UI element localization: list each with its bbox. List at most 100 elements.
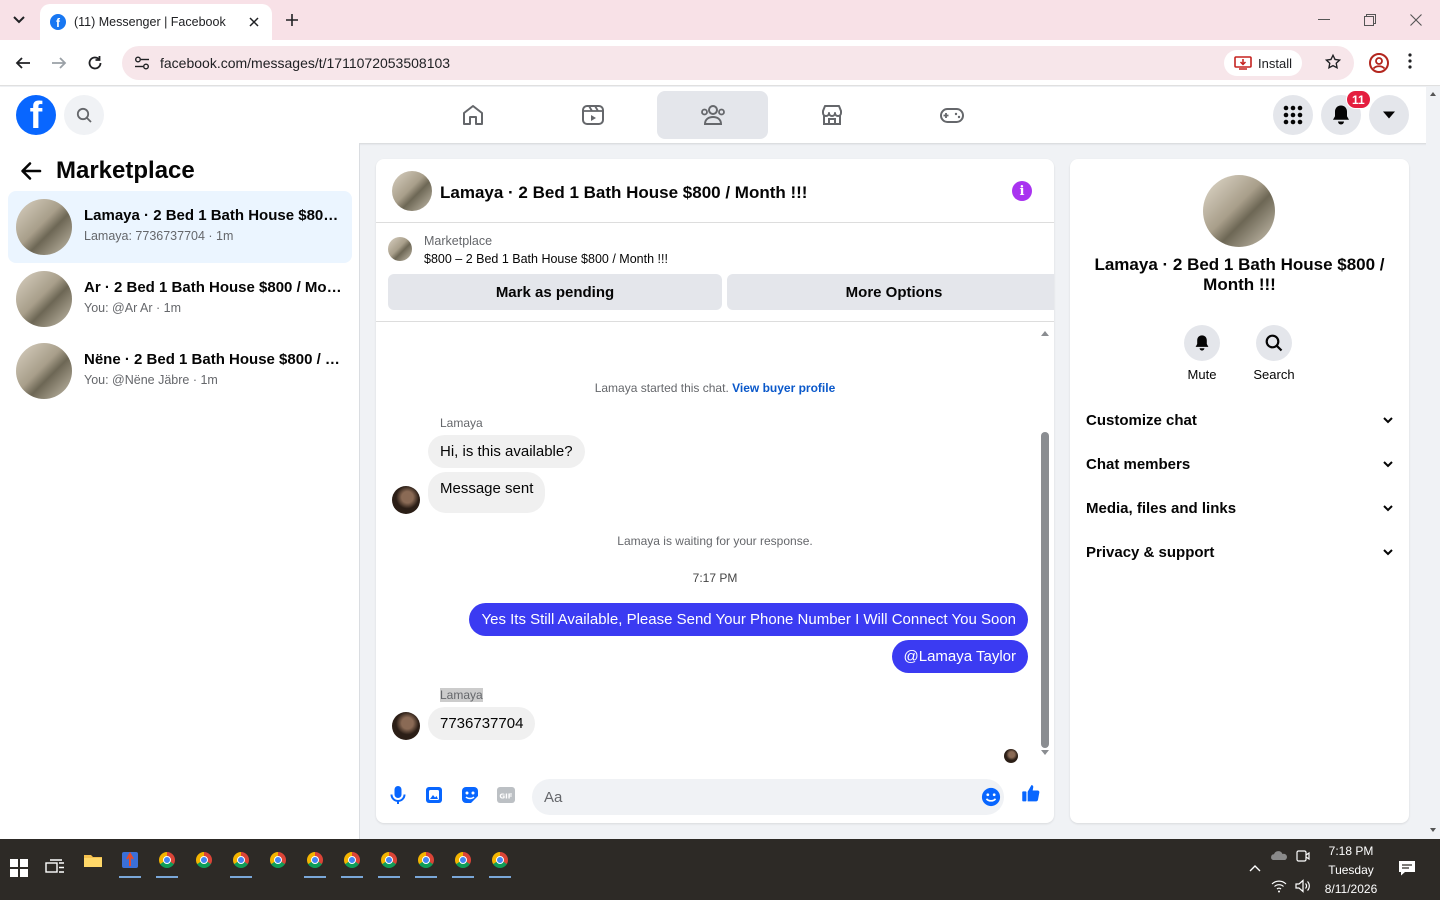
user-avatar[interactable] xyxy=(392,712,420,740)
system-clock[interactable]: 7:18 PM Tuesday 8/11/2026 xyxy=(1316,842,1386,899)
incoming-message[interactable]: 7736737704 xyxy=(428,707,536,740)
browser-menu-icon[interactable] xyxy=(1408,52,1412,70)
privacy-support-section[interactable]: Privacy & support xyxy=(1086,538,1393,566)
conversation-item[interactable]: Ar · 2 Bed 1 Bath House $800 / Month !!!… xyxy=(8,263,352,335)
conversation-preview: You: @Ar Ar · 1m xyxy=(84,301,181,315)
profile-icon[interactable] xyxy=(1368,52,1390,74)
reload-icon[interactable] xyxy=(84,52,106,74)
conversation-name: Ar · 2 Bed 1 Bath House $800 / Month !!! xyxy=(84,279,344,296)
chrome-icon[interactable] xyxy=(374,847,404,878)
photo-icon[interactable] xyxy=(424,785,444,805)
chat-header: Lamaya · 2 Bed 1 Bath House $800 / Month… xyxy=(376,159,1054,223)
nav-tab-video[interactable] xyxy=(537,91,648,139)
conversation-preview: You: @Nëne Jäbre · 1m xyxy=(84,373,218,387)
page-scrollbar[interactable] xyxy=(1426,87,1440,839)
restore-icon[interactable] xyxy=(1360,10,1380,30)
chrome-icon[interactable] xyxy=(337,847,367,878)
nav-tab-groups[interactable] xyxy=(657,91,768,139)
page-scroll-down-icon[interactable] xyxy=(1426,825,1440,835)
menu-grid-button[interactable] xyxy=(1273,95,1313,135)
info-icon[interactable]: i xyxy=(1012,181,1032,201)
media-files-links-section[interactable]: Media, files and links xyxy=(1086,494,1393,522)
task-view-icon[interactable] xyxy=(40,855,70,881)
like-icon[interactable] xyxy=(1021,783,1041,803)
chrome-icon[interactable] xyxy=(300,847,330,878)
windows-start-icon[interactable] xyxy=(4,855,34,881)
notification-center-icon[interactable] xyxy=(1392,855,1422,881)
incoming-message[interactable]: Hi, is this available? xyxy=(428,435,585,468)
windows-taskbar xyxy=(0,839,1440,900)
chrome-icon[interactable] xyxy=(411,847,441,878)
outgoing-message[interactable]: @Lamaya Taylor xyxy=(891,640,1028,673)
site-settings-icon[interactable] xyxy=(126,56,158,70)
chat-members-section[interactable]: Chat members xyxy=(1086,450,1393,478)
chevron-down-icon xyxy=(1383,504,1393,511)
back-arrow-icon[interactable] xyxy=(20,160,42,182)
outgoing-message[interactable]: Yes Its Still Available, Please Send You… xyxy=(469,603,1028,636)
chrome-icon[interactable] xyxy=(152,847,182,878)
nav-tab-home[interactable] xyxy=(417,91,528,139)
section-label: Chat members xyxy=(1086,455,1191,473)
nav-tab-gaming[interactable] xyxy=(896,91,1007,139)
sender-name: Lamaya xyxy=(440,688,483,702)
listing-title[interactable]: $800 – 2 Bed 1 Bath House $800 / Month !… xyxy=(424,252,668,266)
chrome-icon[interactable] xyxy=(226,847,256,878)
conversation-item[interactable]: Lamaya · 2 Bed 1 Bath House $800 / Month… xyxy=(8,191,352,263)
address-bar[interactable]: facebook.com/messages/t/1711072053508103… xyxy=(122,46,1354,80)
facebook-logo[interactable]: f xyxy=(16,95,56,135)
message-list[interactable]: Lamaya started this chat. View buyer pro… xyxy=(376,322,1054,763)
new-tab-button[interactable] xyxy=(282,10,302,30)
clock-time: 7:18 PM xyxy=(1328,844,1374,858)
scroll-up-icon[interactable] xyxy=(1040,329,1050,337)
nav-tab-marketplace[interactable] xyxy=(776,91,887,139)
gaming-icon xyxy=(939,108,964,123)
tab-search-button[interactable] xyxy=(6,8,32,32)
emoji-icon[interactable] xyxy=(981,787,1001,807)
pinned-app-icon[interactable] xyxy=(115,847,145,878)
account-menu-button[interactable] xyxy=(1369,95,1409,135)
browser-tab[interactable]: f (11) Messenger | Facebook xyxy=(40,4,272,40)
volume-icon[interactable] xyxy=(1288,873,1318,899)
chat-scrollbar-thumb[interactable] xyxy=(1041,432,1049,748)
incoming-message[interactable]: Message sent xyxy=(428,472,546,513)
facebook-search-button[interactable] xyxy=(64,95,104,135)
close-window-icon[interactable] xyxy=(1406,10,1426,30)
chat-title[interactable]: Lamaya · 2 Bed 1 Bath House $800 / Month… xyxy=(440,183,807,203)
clock-day: Tuesday xyxy=(1328,863,1374,877)
search-icon xyxy=(1256,325,1292,361)
microphone-icon[interactable] xyxy=(388,785,408,805)
meet-now-icon[interactable] xyxy=(1288,843,1318,869)
user-avatar[interactable] xyxy=(392,486,420,514)
chrome-icon[interactable] xyxy=(448,847,478,878)
info-name: Lamaya · 2 Bed 1 Bath House $800 / Month… xyxy=(1094,255,1385,294)
url-text: facebook.com/messages/t/1711072053508103 xyxy=(160,55,451,71)
install-app-button[interactable]: Install xyxy=(1224,50,1302,76)
mute-button[interactable]: Mute xyxy=(1162,325,1242,382)
chrome-icon[interactable] xyxy=(189,847,219,873)
back-icon[interactable] xyxy=(12,52,34,74)
view-buyer-profile-link[interactable]: View buyer profile xyxy=(732,381,835,395)
customize-chat-section[interactable]: Customize chat xyxy=(1086,406,1393,434)
chat-avatar[interactable] xyxy=(392,171,432,211)
page-scroll-up-icon[interactable] xyxy=(1426,89,1440,99)
chat-started-text: Lamaya started this chat. xyxy=(594,381,729,395)
file-explorer-icon[interactable] xyxy=(78,847,108,873)
video-icon xyxy=(581,105,604,125)
forward-icon[interactable] xyxy=(48,52,70,74)
gif-icon[interactable]: GIF xyxy=(496,785,516,805)
search-in-chat-button[interactable]: Search xyxy=(1234,325,1314,382)
clock-date: 8/11/2026 xyxy=(1324,882,1378,896)
listing-avatar[interactable] xyxy=(1203,175,1275,247)
minimize-icon[interactable] xyxy=(1314,10,1334,30)
bookmark-star-icon[interactable] xyxy=(1324,53,1342,71)
close-tab-icon[interactable] xyxy=(246,14,262,30)
more-options-button[interactable]: More Options xyxy=(727,274,1054,310)
chrome-icon[interactable] xyxy=(485,847,515,878)
conversation-item[interactable]: Nëne · 2 Bed 1 Bath House $800 / Month !… xyxy=(8,335,352,407)
facebook-logo-letter: f xyxy=(29,95,43,135)
mark-as-pending-button[interactable]: Mark as pending xyxy=(388,274,722,310)
sticker-icon[interactable] xyxy=(460,785,480,805)
chrome-icon[interactable] xyxy=(263,847,293,873)
scroll-down-icon[interactable] xyxy=(1040,749,1050,757)
message-input[interactable] xyxy=(532,779,1004,815)
